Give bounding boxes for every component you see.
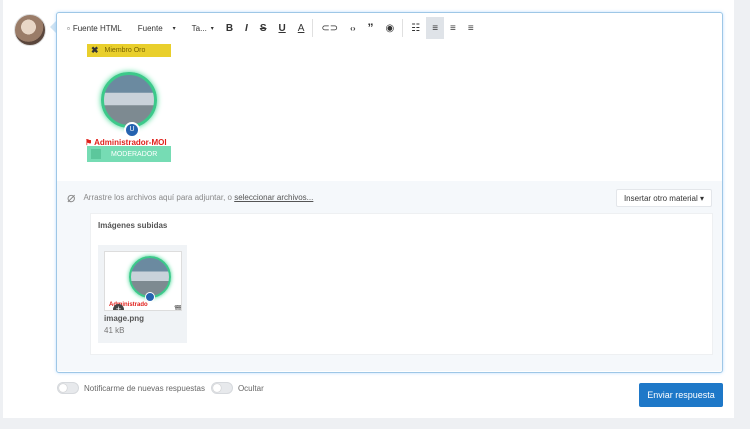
align-left-button[interactable]: ≡ — [426, 17, 445, 39]
hide-label: Ocultar — [237, 383, 264, 393]
align-right-icon: ≡ — [467, 22, 474, 34]
insert-material-button[interactable]: Insertar otro material ▾ — [615, 189, 712, 207]
file-name: image.png — [104, 314, 145, 323]
text-color-button[interactable]: A — [292, 17, 311, 39]
moderator-icon — [91, 149, 101, 159]
font-size-select[interactable]: Ta... ▾ — [182, 17, 220, 39]
file-size: 41 kB — [104, 326, 125, 335]
align-left-icon: ≡ — [432, 22, 439, 34]
select-files-link[interactable]: seleccionar archivos... — [234, 193, 313, 202]
attachment-area[interactable]: ⌀ Arrastre los archivos aquí para adjunt… — [57, 181, 722, 371]
hide-toggle[interactable] — [210, 382, 233, 394]
file-thumbnail[interactable]: Administrado + 🗑 — [104, 251, 182, 311]
align-center-icon: ≡ — [450, 22, 456, 34]
bold-button[interactable]: B — [220, 17, 239, 39]
link-button[interactable]: ⊂⊃ — [315, 17, 344, 39]
shield-icon: U — [124, 122, 140, 138]
link-icon: ⊂⊃ — [321, 22, 339, 34]
notify-label: Notificarme de nuevas respuestas — [84, 383, 205, 393]
caret-down-icon: ▾ — [210, 25, 214, 32]
align-center-button[interactable]: ≡ — [444, 17, 462, 39]
member-gold-badge: ✖ Miembro Oro — [87, 44, 171, 57]
quote-button[interactable]: ” — [362, 17, 380, 39]
reply-options: Notificarme de nuevas respuestas Ocultar — [57, 382, 270, 394]
font-family-select[interactable]: Fuente ▾ — [128, 17, 182, 39]
profile-image — [101, 72, 157, 128]
submit-reply-button[interactable]: Enviar respuesta — [639, 383, 723, 407]
paperclip-icon: ⌀ — [67, 188, 76, 205]
italic-button[interactable]: I — [239, 17, 254, 39]
uploaded-images-title: Imágenes subidas — [98, 221, 168, 230]
insert-image-button[interactable]: + — [113, 304, 124, 310]
toolbar-divider — [312, 19, 314, 37]
code-file-icon: ▫ — [67, 23, 70, 33]
shield-icon — [145, 292, 155, 302]
list-icon: ☷ — [411, 22, 421, 34]
code-button[interactable]: ‹› — [344, 17, 361, 39]
caret-down-icon: ▾ — [172, 25, 176, 32]
editor-toolbar: ▫ Fuente HTML Fuente ▾ Ta... ▾ B I S U A… — [61, 15, 480, 41]
moderator-badge: MODERADOR — [87, 146, 171, 162]
editor-content[interactable]: ✖ Miembro Oro U ⚑ Administrador-MOI MODE… — [57, 41, 722, 181]
preview-button[interactable]: ◉ — [380, 17, 401, 39]
uploaded-images-panel: Imágenes subidas Administrado + 🗑 image.… — [90, 213, 713, 355]
attachment-drop-row: ⌀ Arrastre los archivos aquí para adjunt… — [67, 188, 314, 205]
html-source-button[interactable]: ▫ Fuente HTML — [61, 17, 128, 39]
toolbar-divider — [402, 19, 404, 37]
x-icon: ✖ — [91, 45, 99, 55]
eye-icon: ◉ — [385, 22, 395, 34]
strikethrough-button[interactable]: S — [254, 17, 273, 39]
rich-text-editor[interactable]: ▫ Fuente HTML Fuente ▾ Ta... ▾ B I S U A… — [56, 12, 723, 373]
align-right-button[interactable]: ≡ — [462, 17, 480, 39]
code-icon: ‹› — [350, 23, 356, 33]
list-button[interactable]: ☷ — [405, 17, 426, 39]
notify-toggle[interactable] — [57, 382, 79, 394]
underline-button[interactable]: U — [273, 17, 292, 39]
trash-icon[interactable]: 🗑 — [173, 305, 181, 310]
user-avatar — [14, 14, 46, 46]
uploaded-file-card[interactable]: Administrado + 🗑 image.png 41 kB — [98, 245, 187, 343]
